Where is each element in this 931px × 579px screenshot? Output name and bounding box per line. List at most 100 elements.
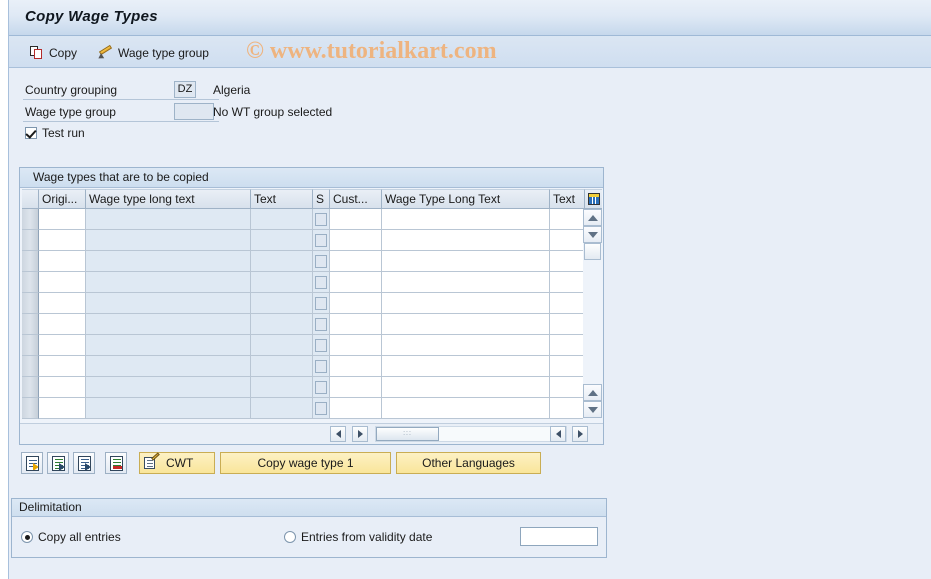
grid-header-s[interactable]: S [313, 189, 330, 209]
copy-wage-type-button[interactable]: Copy wage type 1 [220, 452, 391, 474]
cell-s-checkbox[interactable] [313, 356, 330, 377]
row-selector-cell[interactable] [22, 251, 39, 272]
grid-header-origi[interactable]: Origi... [39, 189, 86, 209]
vertical-scroll-thumb[interactable] [584, 243, 601, 260]
cell-s-checkbox[interactable] [313, 230, 330, 251]
cell-origi[interactable] [39, 356, 86, 377]
grid-header-selector[interactable] [22, 189, 39, 209]
row-selector-cell[interactable] [22, 398, 39, 419]
cell-s-checkbox[interactable] [313, 209, 330, 230]
copy-row-button[interactable] [47, 452, 69, 474]
cell-text[interactable] [550, 314, 585, 335]
cell-text[interactable] [550, 398, 585, 419]
cell-origi[interactable] [39, 230, 86, 251]
cell-wage-type-long-text[interactable] [382, 209, 550, 230]
grid-header-wage-type-long-text-2[interactable]: Wage Type Long Text [382, 189, 550, 209]
cell-s-checkbox[interactable] [313, 314, 330, 335]
scroll-down-bottom-button[interactable] [583, 401, 602, 418]
entries-from-validity-date-radio[interactable] [284, 531, 296, 543]
wage-type-group-input[interactable] [174, 103, 214, 120]
cell-text[interactable] [550, 293, 585, 314]
table-row[interactable] [22, 398, 585, 419]
cell-wage-type-long-text[interactable] [382, 230, 550, 251]
grid-horizontal-scrollbar[interactable]: ::: [20, 423, 603, 444]
hscroll-left-button[interactable] [330, 426, 346, 442]
row-selector-cell[interactable] [22, 209, 39, 230]
cell-origi[interactable] [39, 251, 86, 272]
hscroll-track[interactable]: ::: [375, 426, 567, 442]
row-selector-cell[interactable] [22, 356, 39, 377]
cell-cust[interactable] [330, 314, 382, 335]
row-selector-cell[interactable] [22, 272, 39, 293]
test-run-checkbox[interactable] [25, 127, 37, 139]
row-selector-cell[interactable] [22, 293, 39, 314]
cell-s-checkbox[interactable] [313, 335, 330, 356]
cell-wage-type-long-text[interactable] [382, 356, 550, 377]
cell-s-checkbox[interactable] [313, 377, 330, 398]
cell-cust[interactable] [330, 398, 382, 419]
cell-wage-type-long-text[interactable] [382, 314, 550, 335]
grid-header-wage-type-long-text[interactable]: Wage type long text [86, 189, 251, 209]
checkbox-icon[interactable] [315, 359, 327, 373]
cell-origi[interactable] [39, 377, 86, 398]
cell-origi[interactable] [39, 209, 86, 230]
hscroll-right-button[interactable] [352, 426, 368, 442]
cell-text[interactable] [550, 230, 585, 251]
cell-text[interactable] [550, 251, 585, 272]
validity-date-input[interactable] [520, 527, 598, 546]
cell-text[interactable] [550, 377, 585, 398]
row-selector-cell[interactable] [22, 335, 39, 356]
row-selector-cell[interactable] [22, 377, 39, 398]
grid-settings-button[interactable] [585, 189, 602, 209]
table-row[interactable] [22, 335, 585, 356]
table-row[interactable] [22, 251, 585, 272]
cell-origi[interactable] [39, 335, 86, 356]
cell-wage-type-long-text[interactable] [382, 377, 550, 398]
hscroll-page-left-button[interactable] [550, 426, 566, 442]
table-row[interactable] [22, 209, 585, 230]
cell-cust[interactable] [330, 272, 382, 293]
checkbox-icon[interactable] [315, 254, 327, 268]
table-row[interactable] [22, 377, 585, 398]
cell-text[interactable] [550, 356, 585, 377]
cell-cust[interactable] [330, 377, 382, 398]
cell-origi[interactable] [39, 293, 86, 314]
cell-cust[interactable] [330, 230, 382, 251]
row-selector-cell[interactable] [22, 230, 39, 251]
checkbox-icon[interactable] [315, 338, 327, 352]
row-selector-cell[interactable] [22, 314, 39, 335]
cell-s-checkbox[interactable] [313, 293, 330, 314]
cell-wage-type-long-text[interactable] [382, 398, 550, 419]
cell-cust[interactable] [330, 251, 382, 272]
grid-header-text-2[interactable]: Text [550, 189, 585, 209]
grid-vertical-scrollbar[interactable] [583, 209, 602, 421]
table-row[interactable] [22, 272, 585, 293]
checkbox-icon[interactable] [315, 233, 327, 247]
wage-type-group-button[interactable]: Wage type group [93, 42, 214, 64]
checkbox-icon[interactable] [315, 296, 327, 310]
copy-all-entries-radio[interactable] [21, 531, 33, 543]
checkbox-icon[interactable] [315, 401, 327, 415]
grid-header-text[interactable]: Text [251, 189, 313, 209]
copy-all-entries-option[interactable]: Copy all entries [21, 530, 121, 544]
table-row[interactable] [22, 356, 585, 377]
cell-s-checkbox[interactable] [313, 251, 330, 272]
scroll-up-bottom-button[interactable] [583, 384, 602, 401]
grid-header-cust[interactable]: Cust... [330, 189, 382, 209]
table-row[interactable] [22, 230, 585, 251]
test-run-checkbox-row[interactable]: Test run [25, 126, 85, 140]
cell-wage-type-long-text[interactable] [382, 335, 550, 356]
scroll-up-top-button[interactable] [583, 209, 602, 226]
hscroll-thumb[interactable]: ::: [376, 427, 439, 441]
cell-wage-type-long-text[interactable] [382, 293, 550, 314]
cell-cust[interactable] [330, 293, 382, 314]
hscroll-page-right-button[interactable] [572, 426, 588, 442]
cell-wage-type-long-text[interactable] [382, 272, 550, 293]
cell-cust[interactable] [330, 209, 382, 230]
table-row[interactable] [22, 293, 585, 314]
duplicate-row-button[interactable] [73, 452, 95, 474]
delete-row-button[interactable] [105, 452, 127, 474]
cell-text[interactable] [550, 209, 585, 230]
checkbox-icon[interactable] [315, 212, 327, 226]
cell-wage-type-long-text[interactable] [382, 251, 550, 272]
